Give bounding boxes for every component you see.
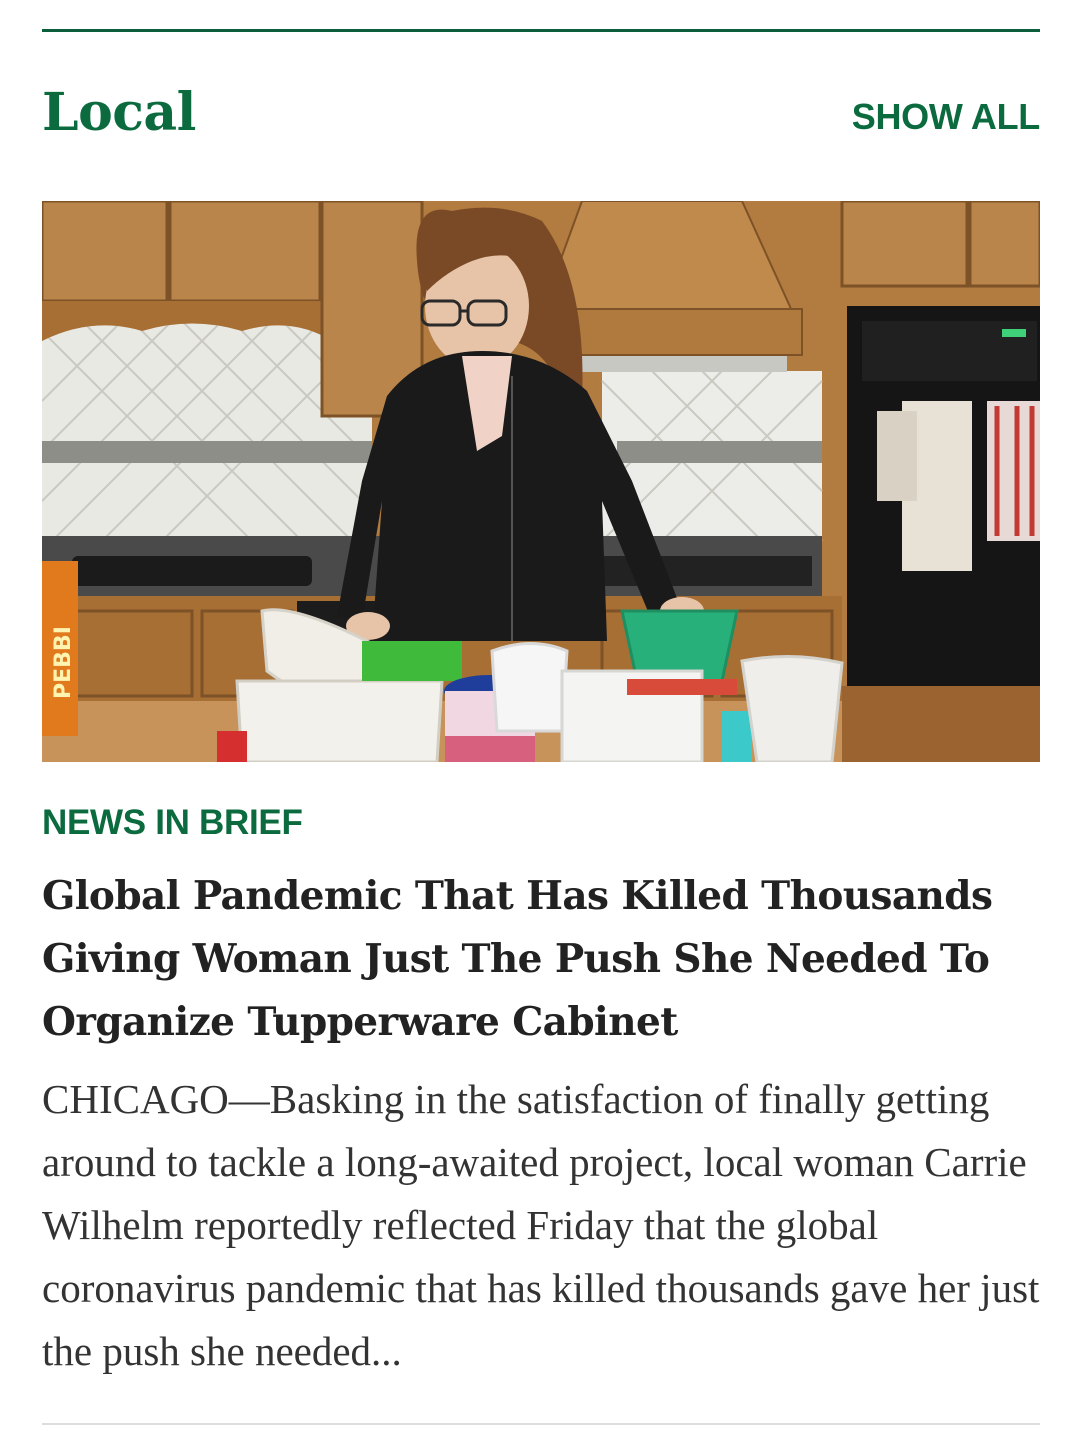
article-excerpt: CHICAGO—Basking in the satisfaction of f… [42,1076,1040,1374]
article-kicker[interactable]: NEWS IN BRIEF [42,800,303,846]
article-headline[interactable]: Global Pandemic That Has Killed Thousand… [42,865,1032,1054]
section-top-rule [42,29,1040,32]
cereal-box-label: PEBBI [51,626,76,699]
show-all-link[interactable]: SHOW ALL [852,94,1041,140]
section-bottom-rule [42,1423,1040,1425]
article-image[interactable]: PEBBI [42,201,1040,762]
section-title: Local [42,82,196,143]
